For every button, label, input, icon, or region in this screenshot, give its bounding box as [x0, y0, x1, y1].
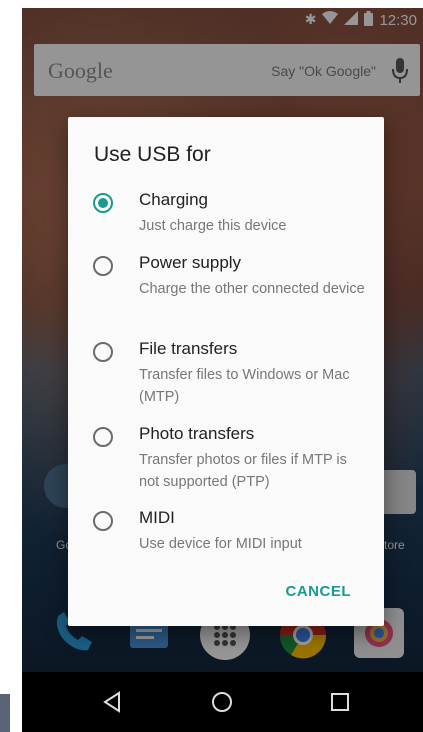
home-icon	[212, 692, 232, 712]
recents-icon	[331, 693, 349, 711]
option-description: Transfer files to Windows or Mac (MTP)	[139, 367, 350, 405]
radio-file-transfers[interactable]	[93, 342, 113, 362]
cancel-button[interactable]: CANCEL	[286, 583, 352, 600]
left-margin-accent	[0, 694, 10, 732]
radio-charging[interactable]	[93, 193, 113, 213]
option-title: MIDI	[139, 508, 175, 527]
recents-button[interactable]	[310, 672, 370, 732]
option-title: Charging	[139, 190, 208, 209]
option-title: File transfers	[139, 339, 238, 358]
radio-photo-transfers[interactable]	[93, 427, 113, 447]
back-icon	[103, 691, 120, 713]
radio-power-supply[interactable]	[93, 256, 113, 276]
usb-options-dialog: Use USB for Charging Just charge this de…	[68, 117, 384, 626]
radio-midi[interactable]	[93, 511, 113, 531]
option-description: Transfer photos or files if MTP is not s…	[139, 452, 347, 490]
home-button[interactable]	[192, 672, 252, 732]
back-button[interactable]	[82, 672, 142, 732]
option-description: Just charge this device	[139, 218, 287, 234]
option-description: Use device for MIDI input	[139, 536, 302, 552]
left-margin	[0, 0, 22, 732]
navigation-bar	[22, 672, 423, 732]
option-title: Photo transfers	[139, 424, 255, 443]
dialog-title: Use USB for	[94, 143, 211, 166]
option-title: Power supply	[139, 253, 242, 272]
option-description: Charge the other connected device	[139, 281, 365, 297]
